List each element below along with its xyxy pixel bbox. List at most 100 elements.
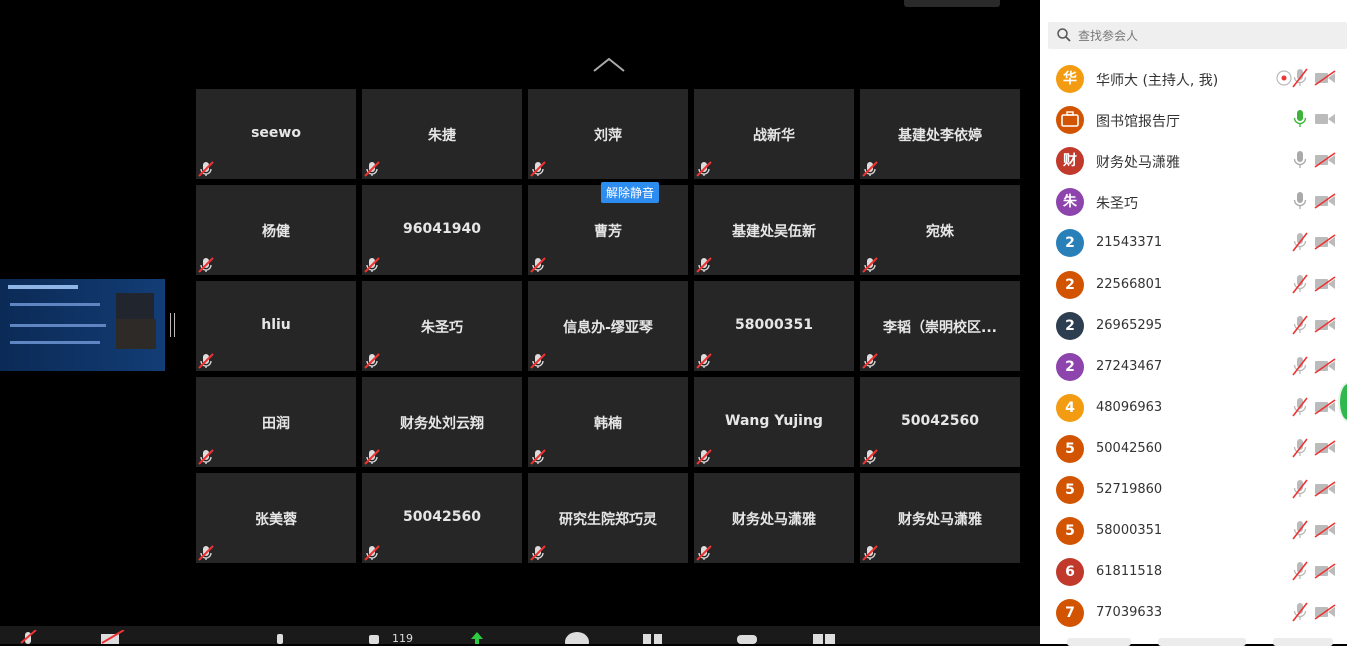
share-screen-icon[interactable]: [466, 630, 488, 644]
participant-row[interactable]: 5 50042560: [1040, 428, 1347, 469]
mic-on-icon[interactable]: [1292, 109, 1308, 129]
participant-row[interactable]: 图书馆报告厅: [1040, 99, 1347, 140]
video-tile[interactable]: 张美蓉: [196, 473, 356, 563]
participant-row[interactable]: 4 48096963: [1040, 387, 1347, 428]
mic-muted-icon[interactable]: [1292, 479, 1308, 499]
video-tile[interactable]: 田润: [196, 377, 356, 467]
mic-muted-icon[interactable]: [1292, 602, 1308, 622]
participant-name: 朱捷: [428, 128, 456, 144]
recording-icon: [1276, 70, 1292, 86]
invite-button[interactable]: [1067, 638, 1131, 646]
participant-row[interactable]: 6 61811518: [1040, 551, 1347, 592]
camera-off-icon[interactable]: [1314, 152, 1336, 168]
camera-off-icon[interactable]: [1314, 358, 1336, 374]
participant-row[interactable]: 朱朱圣巧: [1040, 181, 1347, 222]
participant-name: 信息办-缪亚琴: [563, 320, 653, 336]
video-tile[interactable]: 96041940: [362, 185, 522, 275]
video-tile[interactable]: 50042560: [860, 377, 1020, 467]
mic-muted-icon[interactable]: [1292, 315, 1308, 335]
shared-screen-thumbnail[interactable]: [0, 279, 165, 371]
participant-name: Wang Yujing: [725, 413, 823, 429]
camera-off-icon[interactable]: [1314, 399, 1336, 415]
video-tile[interactable]: 财务处马潇雅: [860, 473, 1020, 563]
participant-name: 研究生院郑巧灵: [559, 512, 657, 528]
participant-row[interactable]: 财财务处马潇雅: [1040, 140, 1347, 181]
video-tile[interactable]: 58000351: [694, 281, 854, 371]
participant-search[interactable]: [1048, 22, 1347, 49]
camera-off-icon[interactable]: [1314, 276, 1336, 292]
camera-off-icon[interactable]: [1314, 440, 1336, 456]
mic-muted-icon[interactable]: [1292, 232, 1308, 252]
view-toggle-button[interactable]: [904, 0, 1000, 7]
camera-off-icon[interactable]: [1314, 193, 1336, 209]
participants-icon[interactable]: [368, 630, 382, 644]
participant-row[interactable]: 5 52719860: [1040, 469, 1347, 510]
video-tile[interactable]: 研究生院郑巧灵: [528, 473, 688, 563]
video-tile[interactable]: hliu: [196, 281, 356, 371]
participant-row[interactable]: 2 26965295: [1040, 305, 1347, 346]
camera-off-icon[interactable]: [1314, 317, 1336, 333]
video-tile[interactable]: 50042560: [362, 473, 522, 563]
participant-name: 田润: [262, 416, 290, 432]
muted-mic-icon: [530, 161, 546, 177]
video-tile[interactable]: 韩楠: [528, 377, 688, 467]
mic-muted-icon[interactable]: [1292, 274, 1308, 294]
participant-row[interactable]: 2 27243467: [1040, 346, 1347, 387]
more-button[interactable]: [1273, 638, 1333, 646]
participant-name: 48096963: [1096, 400, 1163, 415]
video-tile[interactable]: 曹芳 解除静音: [528, 182, 688, 275]
video-tile[interactable]: 刘萍: [528, 89, 688, 179]
mute-all-button[interactable]: [1158, 638, 1246, 646]
video-tile[interactable]: 宛姝: [860, 185, 1020, 275]
camera-off-icon[interactable]: [1314, 522, 1336, 538]
unmute-button[interactable]: 解除静音: [601, 182, 660, 203]
participant-name: 李韬（崇明校区...: [883, 320, 997, 336]
more-icon[interactable]: [812, 630, 836, 644]
chevron-up-icon[interactable]: [592, 56, 626, 74]
mic-on-icon[interactable]: [1292, 191, 1308, 211]
resize-handle[interactable]: [170, 313, 175, 337]
participant-row[interactable]: 7 77039633: [1040, 592, 1347, 633]
video-tile[interactable]: 基建处吴伍新: [694, 185, 854, 275]
video-tile[interactable]: 战新华: [694, 89, 854, 179]
muted-mic-icon: [696, 545, 712, 561]
participant-row[interactable]: 华华师大 (主持人, 我): [1040, 58, 1347, 99]
mic-muted-icon[interactable]: [1292, 356, 1308, 376]
camera-off-icon[interactable]: [1314, 234, 1336, 250]
video-tile[interactable]: seewo: [196, 89, 356, 179]
video-tile[interactable]: Wang Yujing: [694, 377, 854, 467]
camera-off-icon[interactable]: [1314, 481, 1336, 497]
video-tile[interactable]: 朱捷: [362, 89, 522, 179]
avatar: 6: [1056, 558, 1084, 586]
security-icon[interactable]: [275, 630, 285, 644]
participant-row[interactable]: 2 22566801: [1040, 264, 1347, 305]
record-icon[interactable]: [642, 630, 664, 644]
mute-mic-icon[interactable]: [20, 630, 38, 644]
video-tile[interactable]: 杨健: [196, 185, 356, 275]
participant-name: 50042560: [1096, 441, 1163, 456]
panel-header: [1040, 0, 1347, 18]
chat-icon[interactable]: [564, 630, 590, 644]
participant-row[interactable]: 5 58000351: [1040, 510, 1347, 551]
video-tile[interactable]: 财务处刘云翔: [362, 377, 522, 467]
video-tile[interactable]: 财务处马潇雅: [694, 473, 854, 563]
mic-muted-icon[interactable]: [1292, 438, 1308, 458]
video-tile[interactable]: 基建处李依婷: [860, 89, 1020, 179]
mic-muted-icon[interactable]: [1292, 397, 1308, 417]
reactions-icon[interactable]: [736, 630, 758, 644]
camera-off-icon[interactable]: [1314, 604, 1336, 620]
participant-count-badge: 119: [392, 632, 413, 645]
camera-off-icon[interactable]: [1314, 70, 1336, 86]
video-tile[interactable]: 信息办-缪亚琴: [528, 281, 688, 371]
mic-muted-icon[interactable]: [1292, 561, 1308, 581]
mic-muted-icon[interactable]: [1292, 520, 1308, 540]
mic-muted-icon[interactable]: [1292, 68, 1308, 88]
search-input[interactable]: [1076, 25, 1340, 47]
video-tile[interactable]: 朱圣巧: [362, 281, 522, 371]
camera-on-icon[interactable]: [1314, 111, 1336, 127]
camera-off-icon[interactable]: [1314, 563, 1336, 579]
mic-on-icon[interactable]: [1292, 150, 1308, 170]
stop-video-icon[interactable]: [100, 630, 128, 644]
participant-row[interactable]: 2 21543371: [1040, 222, 1347, 263]
video-tile[interactable]: 李韬（崇明校区...: [860, 281, 1020, 371]
